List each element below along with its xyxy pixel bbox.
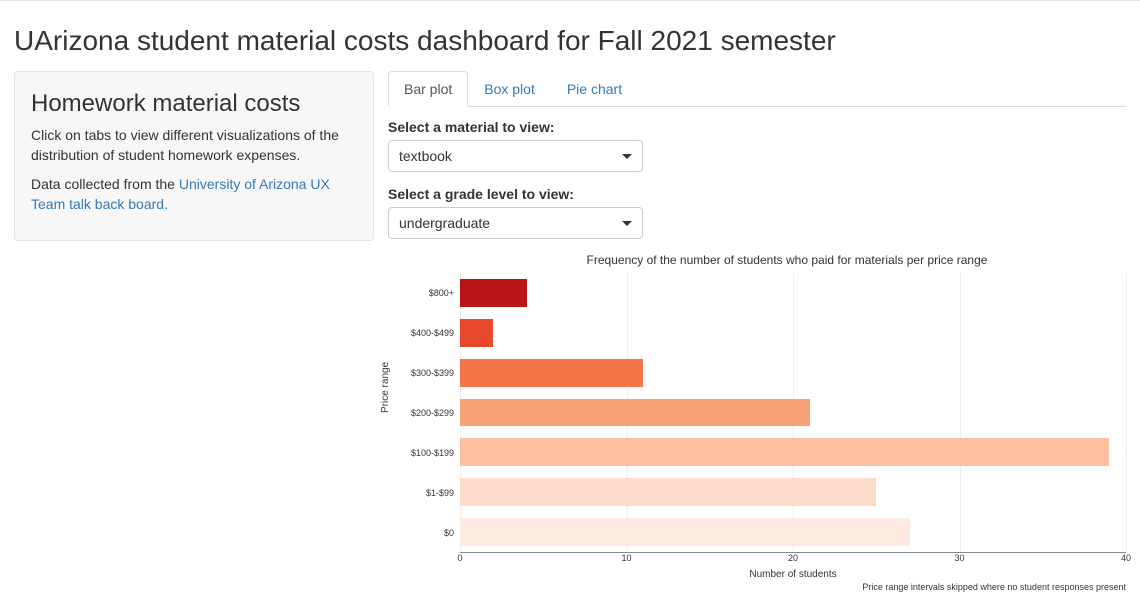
viz-tabs: Bar plot Box plot Pie chart xyxy=(388,71,1126,107)
chart-y-axis-label: Price range xyxy=(380,362,391,413)
chart-gridline xyxy=(1126,273,1127,552)
sidebar-well: Homework material costs Click on tabs to… xyxy=(14,71,374,241)
sidebar-desc-1: Click on tabs to view different visualiz… xyxy=(31,126,357,165)
sidebar-desc-2-prefix: Data collected from the xyxy=(31,176,179,192)
chart-bar xyxy=(460,518,910,546)
chart-title: Frequency of the number of students who … xyxy=(448,253,1126,267)
chart-bar-row xyxy=(460,393,1126,433)
chart-x-tick: 0 xyxy=(457,553,462,563)
grade-select-value: undergraduate xyxy=(399,215,490,231)
chart-bar xyxy=(460,438,1109,466)
chart-bar xyxy=(460,279,527,307)
tab-box-plot[interactable]: Box plot xyxy=(468,71,551,107)
chart-x-tick: 10 xyxy=(621,553,631,563)
chart-y-tick: $200-$299 xyxy=(388,393,460,433)
tab-bar-plot[interactable]: Bar plot xyxy=(388,71,468,107)
grade-select[interactable]: undergraduate xyxy=(388,207,643,239)
material-select[interactable]: textbook xyxy=(388,140,643,172)
chart-footnote: Price range intervals skipped where no s… xyxy=(388,582,1126,592)
chart-y-tick: $300-$399 xyxy=(388,353,460,393)
chart-x-tick: 20 xyxy=(788,553,798,563)
sidebar-desc-2: Data collected from the University of Ar… xyxy=(31,175,357,214)
chevron-down-icon xyxy=(622,154,632,159)
chart-bar-row xyxy=(460,512,1126,552)
chart-y-tick: $100-$199 xyxy=(388,433,460,473)
chart-y-tick: $800+ xyxy=(388,273,460,313)
chart-x-tick: 30 xyxy=(954,553,964,563)
chart-y-tick: $1-$99 xyxy=(388,473,460,513)
chart-bar-row xyxy=(460,313,1126,353)
chart-bar-row xyxy=(460,472,1126,512)
material-select-label: Select a material to view: xyxy=(388,119,1126,135)
sidebar-heading: Homework material costs xyxy=(31,90,357,118)
grade-select-label: Select a grade level to view: xyxy=(388,186,1126,202)
chart-y-tick: $0 xyxy=(388,513,460,553)
bar-chart: Frequency of the number of students who … xyxy=(388,253,1126,593)
chart-bar xyxy=(460,359,643,387)
chevron-down-icon xyxy=(622,221,632,226)
chart-bar-row xyxy=(460,432,1126,472)
page-title: UArizona student material costs dashboar… xyxy=(14,25,1126,57)
chart-x-axis-label: Number of students xyxy=(460,569,1126,580)
chart-y-tick: $400-$499 xyxy=(388,313,460,353)
chart-bar xyxy=(460,399,810,427)
chart-x-tick: 40 xyxy=(1121,553,1131,563)
chart-bar-row xyxy=(460,273,1126,313)
tab-pie-chart[interactable]: Pie chart xyxy=(551,71,638,107)
chart-bar xyxy=(460,478,876,506)
chart-bar-row xyxy=(460,353,1126,393)
sidebar: Homework material costs Click on tabs to… xyxy=(14,71,374,593)
main-panel: Bar plot Box plot Pie chart Select a mat… xyxy=(388,71,1126,593)
material-select-value: textbook xyxy=(399,148,452,164)
chart-bar xyxy=(460,319,493,347)
